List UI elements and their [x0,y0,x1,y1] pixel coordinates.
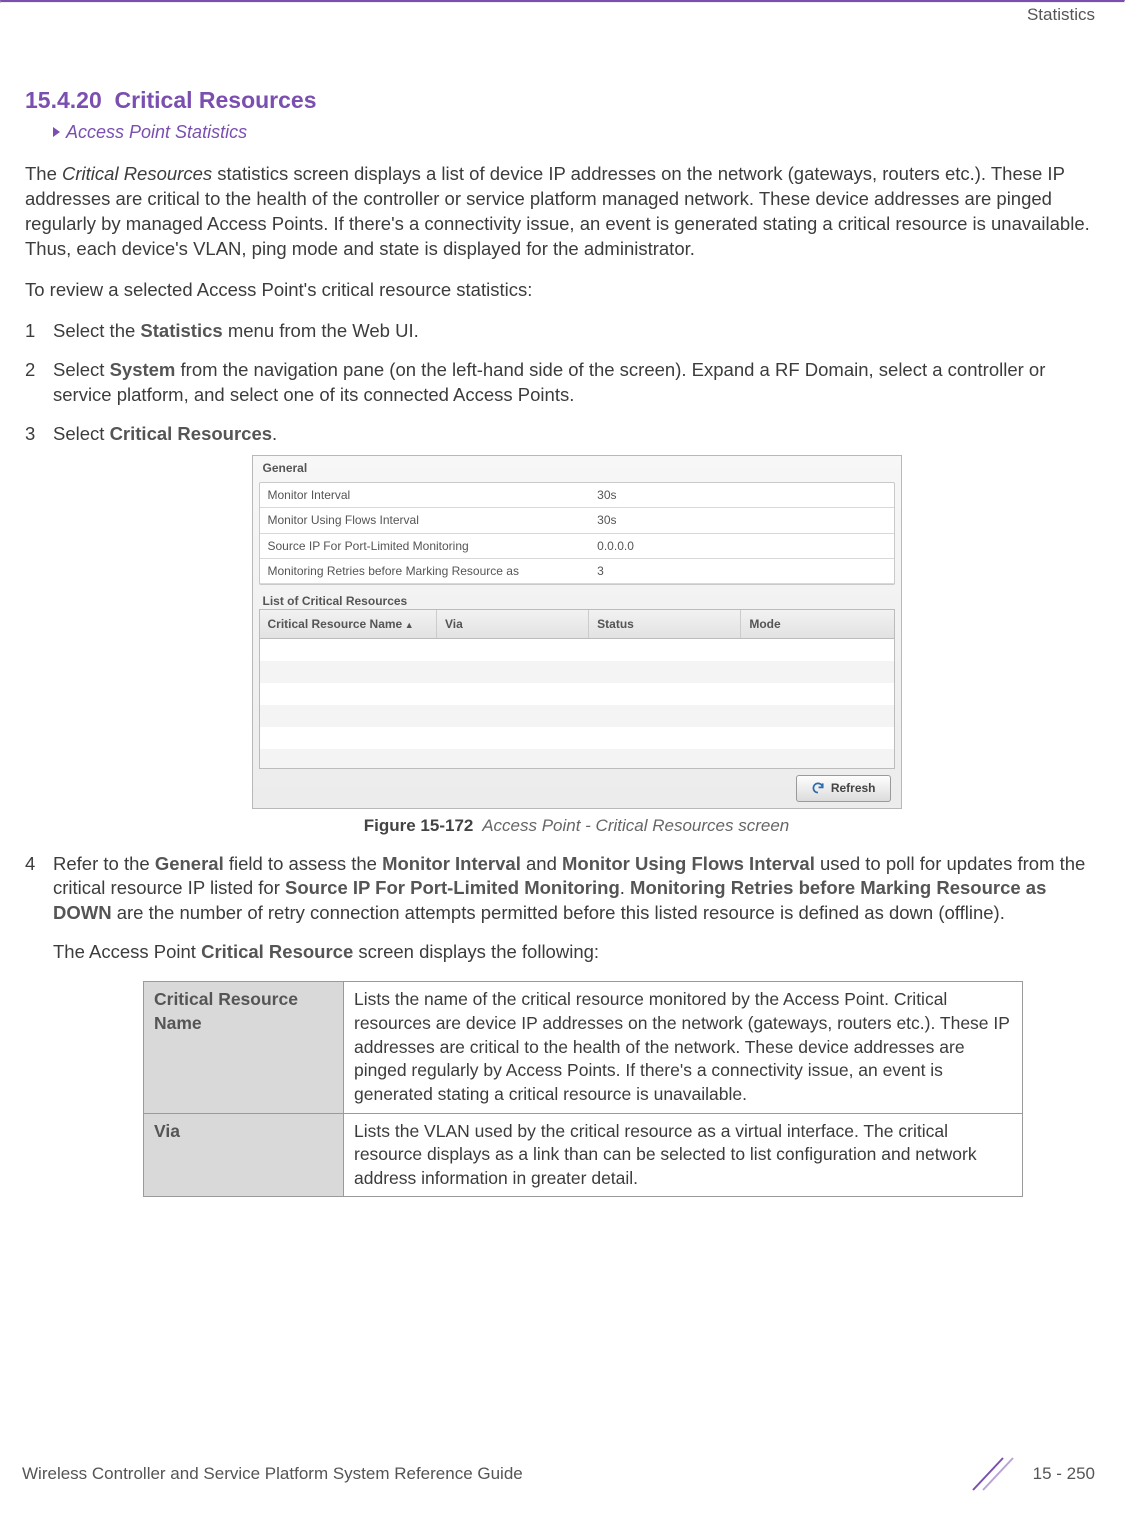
content: 15.4.20 Critical Resources Access Point … [0,25,1125,1197]
header-section-label: Statistics [0,3,1125,25]
refresh-button[interactable]: Refresh [796,775,891,801]
table-row: Via Lists the VLAN used by the critical … [144,1113,1023,1197]
screenshot-mock: General Monitor Interval30s Monitor Usin… [252,455,902,809]
table-row: Source IP For Port-Limited Monitoring0.0… [260,533,894,558]
step-4: 4 Refer to the General field to assess t… [25,852,1100,1198]
step-1: 1 Select the Statistics menu from the We… [25,319,1100,344]
breadcrumb-text: Access Point Statistics [66,122,247,142]
triangle-right-icon [53,127,60,137]
table-row: Monitor Interval30s [260,483,894,508]
section-number: 15.4.20 [25,87,102,113]
steps-list: 1 Select the Statistics menu from the We… [25,319,1100,1197]
footer-left: Wireless Controller and Service Platform… [22,1464,523,1484]
step-4-followup: The Access Point Critical Resource scree… [53,940,1100,965]
grid-header: Critical Resource Name ▲ Via Status Mode [259,609,895,639]
step-2: 2 Select System from the navigation pane… [25,358,1100,408]
page-footer: Wireless Controller and Service Platform… [0,1456,1125,1492]
figure-container: General Monitor Interval30s Monitor Usin… [53,455,1100,837]
figure-caption: Figure 15-172 Access Point - Critical Re… [53,815,1100,838]
panel-list-title: List of Critical Resources [259,593,895,609]
section-title: Critical Resources [115,87,317,113]
step-3: 3 Select Critical Resources. General Mon… [25,422,1100,837]
breadcrumb[interactable]: Access Point Statistics [53,120,1100,144]
panel-general-title: General [259,460,895,476]
refresh-icon [811,781,825,795]
section-heading: 15.4.20 Critical Resources [25,85,1100,116]
table-row: Monitor Using Flows Interval30s [260,508,894,533]
footer-page-number: 15 - 250 [1033,1464,1095,1484]
table-row: Monitoring Retries before Marking Resour… [260,558,894,583]
panel-list: Critical Resource Name ▲ Via Status Mode… [259,609,895,801]
intro-paragraph-1: The Critical Resources statistics screen… [25,162,1100,262]
grid-body [259,639,895,769]
intro-paragraph-2: To review a selected Access Point's crit… [25,278,1100,303]
slash-icon [963,1456,1023,1492]
general-kv-table: Monitor Interval30s Monitor Using Flows … [260,483,894,584]
panel-general: Monitor Interval30s Monitor Using Flows … [259,482,895,585]
table-row: Critical Resource Name Lists the name of… [144,982,1023,1113]
definition-table: Critical Resource Name Lists the name of… [143,981,1023,1197]
